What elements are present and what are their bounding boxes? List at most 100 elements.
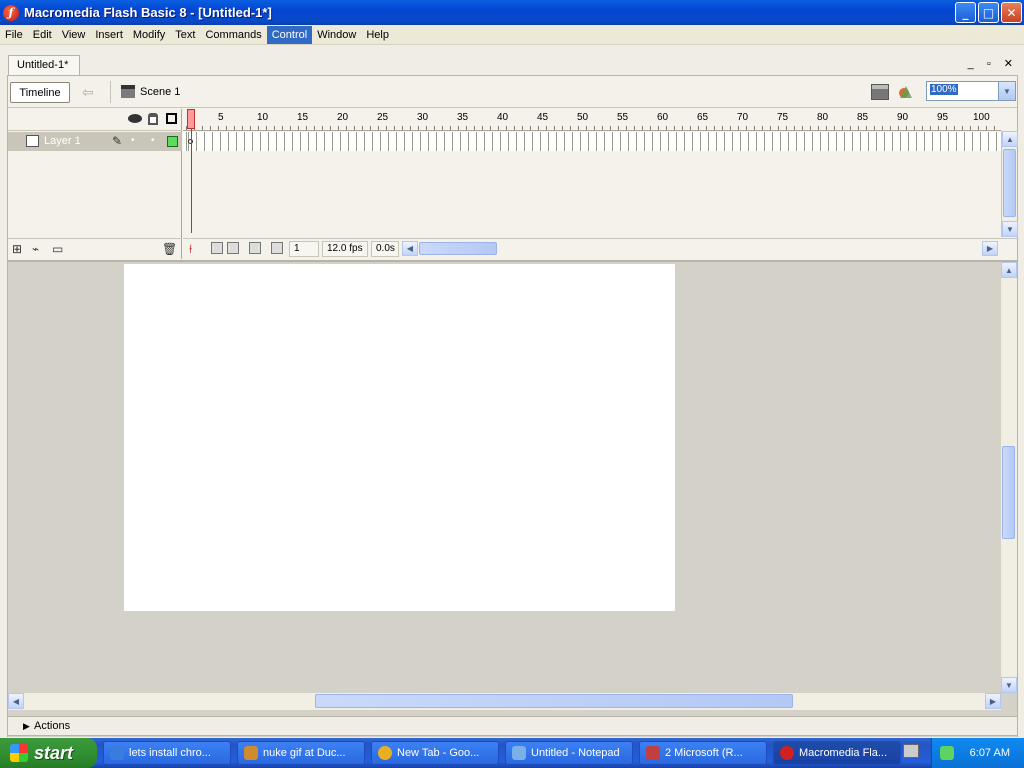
- zoom-select[interactable]: 100% ▼: [926, 81, 1016, 101]
- maximize-button[interactable]: □: [978, 2, 999, 23]
- frame-ruler[interactable]: 1 5 10 15 20 25 30 35 40 45 50 55 60 65 …: [183, 109, 1001, 131]
- menu-commands[interactable]: Commands: [200, 26, 266, 44]
- menu-file[interactable]: File: [0, 26, 28, 44]
- flash-icon: [780, 746, 794, 760]
- stage-canvas[interactable]: [124, 264, 675, 611]
- menu-edit[interactable]: Edit: [28, 26, 57, 44]
- menu-control[interactable]: Control: [266, 25, 313, 44]
- scroll-right-icon[interactable]: ▶: [985, 693, 1001, 709]
- frames-area[interactable]: 1 5 10 15 20 25 30 35 40 45 50 55 60 65 …: [183, 109, 1001, 237]
- menu-bar: File Edit View Insert Modify Text Comman…: [0, 25, 1024, 45]
- keyboard-icon[interactable]: [903, 744, 919, 758]
- stage-vertical-scrollbar[interactable]: ▲ ▼: [1001, 262, 1017, 693]
- timeline-toggle-button[interactable]: Timeline: [10, 82, 70, 103]
- taskbar-item-flash[interactable]: Macromedia Fla...: [773, 741, 901, 765]
- menu-modify[interactable]: Modify: [128, 26, 170, 44]
- document-window: Timeline ⇦ Scene 1 100% ▼ Layer 1 ✎ • • …: [7, 75, 1018, 737]
- chevron-down-icon[interactable]: ▼: [998, 82, 1015, 100]
- menu-help[interactable]: Help: [361, 26, 394, 44]
- eye-icon[interactable]: [128, 114, 142, 123]
- lock-icon[interactable]: [148, 113, 158, 125]
- network-icon[interactable]: [939, 746, 954, 760]
- document-tab-row: Untitled-1* _ ▫ ✕: [8, 55, 1018, 76]
- frame-rate-field[interactable]: 12.0 fps: [322, 241, 368, 257]
- ruler-label: 5: [218, 112, 224, 123]
- ruler-label: 85: [857, 112, 869, 123]
- expand-triangle-icon[interactable]: ▶: [23, 721, 30, 732]
- menu-window[interactable]: Window: [312, 26, 361, 44]
- scroll-down-icon[interactable]: ▼: [1002, 221, 1018, 237]
- zoom-value[interactable]: 100%: [930, 84, 958, 95]
- timeline-panel: Layer 1 ✎ • • ⊞ ⌁ ▭ 🗑 1 5 10: [8, 109, 1018, 260]
- insert-layer-icon[interactable]: ⊞: [12, 242, 22, 256]
- actions-panel[interactable]: ▶ Actions: [7, 716, 1018, 736]
- ruler-label: 60: [657, 112, 669, 123]
- scroll-thumb[interactable]: [419, 242, 497, 255]
- close-button[interactable]: ✕: [1001, 2, 1022, 23]
- onion-skin-icon[interactable]: [211, 242, 223, 254]
- edit-bar: Timeline ⇦ Scene 1 100% ▼: [8, 76, 1017, 108]
- flash-app-icon[interactable]: ƒ: [3, 4, 19, 21]
- scroll-thumb[interactable]: [1003, 149, 1016, 217]
- insert-folder-icon[interactable]: ▭: [52, 242, 63, 256]
- outline-icon[interactable]: [166, 113, 177, 124]
- ruler-label: 25: [377, 112, 389, 123]
- ruler-label: 30: [417, 112, 429, 123]
- window-title: Macromedia Flash Basic 8 - [Untitled-1*]: [24, 5, 272, 20]
- taskbar-item-notepad[interactable]: Untitled - Notepad: [505, 741, 633, 765]
- window-controls: _ □ ✕: [955, 2, 1022, 23]
- scroll-left-icon[interactable]: ◀: [402, 241, 418, 256]
- start-button[interactable]: start: [0, 738, 97, 768]
- document-tab[interactable]: Untitled-1*: [8, 55, 80, 76]
- scroll-up-icon[interactable]: ▲: [1002, 131, 1018, 147]
- scroll-right-icon[interactable]: ▶: [982, 241, 998, 256]
- ruler-label: 90: [897, 112, 909, 123]
- document-area: Untitled-1* _ ▫ ✕ Timeline ⇦ Scene 1 100…: [0, 45, 1024, 742]
- visibility-dot-icon[interactable]: •: [131, 135, 135, 146]
- ruler-label: 40: [497, 112, 509, 123]
- document-window-controls[interactable]: _ ▫ ✕: [968, 57, 1018, 70]
- taskbar-item-label: New Tab - Goo...: [397, 747, 480, 759]
- ruler-label: 20: [337, 112, 349, 123]
- menu-text[interactable]: Text: [170, 26, 200, 44]
- browser-icon: [244, 746, 258, 760]
- edit-scene-icon[interactable]: [871, 84, 889, 100]
- back-arrow-icon[interactable]: ⇦: [82, 84, 94, 101]
- scroll-thumb[interactable]: [1002, 446, 1015, 539]
- minimize-button[interactable]: _: [955, 2, 976, 23]
- scroll-up-icon[interactable]: ▲: [1001, 262, 1017, 278]
- ruler-label: 55: [617, 112, 629, 123]
- frame-strip[interactable]: [183, 132, 1001, 151]
- modify-onion-markers-icon[interactable]: [271, 242, 283, 254]
- timeline-vertical-scrollbar[interactable]: ▲ ▼: [1001, 131, 1018, 237]
- ruler-label: 75: [777, 112, 789, 123]
- taskbar: start lets install chro... nuke gif at D…: [0, 738, 1024, 768]
- taskbar-item-ie[interactable]: lets install chro...: [103, 741, 231, 765]
- center-frame-icon[interactable]: ⍿: [189, 242, 192, 257]
- ruler-label: 50: [577, 112, 589, 123]
- taskbar-item-microsoft[interactable]: 2 Microsoft (R...: [639, 741, 767, 765]
- timeline-horizontal-scrollbar[interactable]: ◀ ▶: [402, 241, 1016, 256]
- clock[interactable]: 6:07 AM: [970, 747, 1010, 759]
- trash-icon[interactable]: 🗑: [162, 242, 177, 256]
- edit-symbol-icon[interactable]: [897, 84, 915, 100]
- lock-dot-icon[interactable]: •: [151, 135, 155, 146]
- scroll-down-icon[interactable]: ▼: [1001, 677, 1017, 693]
- taskbar-item-chrome[interactable]: New Tab - Goo...: [371, 741, 499, 765]
- actions-panel-label[interactable]: Actions: [34, 720, 70, 732]
- layer-row[interactable]: Layer 1 ✎ • •: [8, 132, 182, 151]
- pencil-icon: ✎: [112, 134, 123, 148]
- edit-multiple-frames-icon[interactable]: [249, 242, 261, 254]
- ruler-label: 10: [257, 112, 269, 123]
- menu-view[interactable]: View: [57, 26, 91, 44]
- scroll-left-icon[interactable]: ◀: [8, 693, 24, 709]
- playhead-line: [191, 129, 192, 233]
- layer-outline-color-icon[interactable]: [167, 136, 178, 147]
- scroll-thumb[interactable]: [315, 694, 793, 708]
- menu-insert[interactable]: Insert: [90, 26, 128, 44]
- add-motion-guide-icon[interactable]: ⌁: [32, 242, 39, 256]
- onion-skin-outlines-icon[interactable]: [227, 242, 239, 254]
- taskbar-item-nuke[interactable]: nuke gif at Duc...: [237, 741, 365, 765]
- stage-horizontal-scrollbar[interactable]: ◀ ▶: [8, 693, 1001, 710]
- playhead[interactable]: [187, 109, 195, 129]
